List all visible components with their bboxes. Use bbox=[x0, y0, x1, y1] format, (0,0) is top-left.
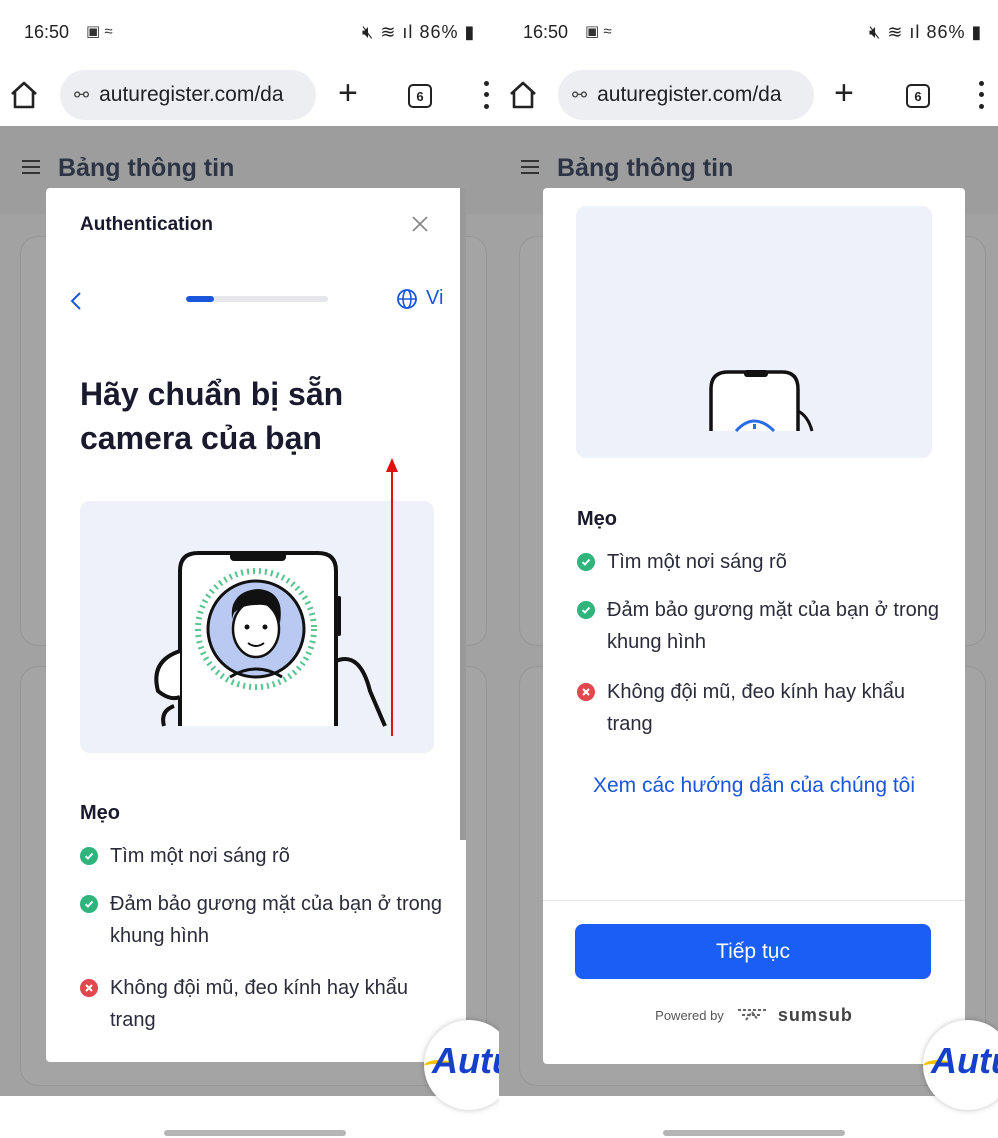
browser-menu-icon[interactable] bbox=[482, 78, 490, 112]
menu-icon[interactable] bbox=[521, 160, 539, 174]
phone-illustration bbox=[576, 370, 932, 458]
phone-selfie-illustration bbox=[154, 551, 387, 727]
new-tab-icon[interactable]: + bbox=[338, 74, 358, 113]
swipe-up-arrow-icon bbox=[386, 458, 398, 736]
home-icon[interactable] bbox=[505, 79, 541, 111]
auth-modal: Mẹo Tìm một nơi sáng rõ Đảm bảo gương mặ… bbox=[543, 188, 965, 1064]
tip-text: Tìm một nơi sáng rõ bbox=[607, 551, 787, 573]
tip-item: Đảm bảo gương mặt của bạn ở trong khung … bbox=[80, 888, 450, 952]
tip-item: Đảm bảo gương mặt của bạn ở trong khung … bbox=[577, 594, 947, 658]
tip-text: Tìm một nơi sáng rõ bbox=[110, 845, 290, 867]
scrollbar[interactable] bbox=[460, 188, 466, 840]
globe-icon bbox=[397, 288, 417, 309]
check-icon bbox=[577, 553, 595, 571]
tips-title: Mẹo bbox=[80, 802, 120, 824]
battery-level: 86% bbox=[926, 22, 966, 42]
page-title: Bảng thông tin bbox=[58, 154, 235, 182]
tip-item: Không đội mũ, đeo kính hay khẩu trang bbox=[577, 676, 947, 740]
tip-text: Không đội mũ, đeo kính hay khẩu trang bbox=[110, 977, 408, 1031]
status-bar: 16:50 ▣ ≈ 🔇︎ ≋ ıl 86% ▮ bbox=[499, 0, 998, 64]
site-settings-icon[interactable]: ⚯ bbox=[572, 85, 587, 106]
tips-title: Mẹo bbox=[577, 508, 617, 530]
modal-title: Authentication bbox=[80, 214, 213, 235]
status-icons: 🔇︎ ≋ ıl 86% ▮ bbox=[362, 22, 476, 42]
check-icon bbox=[80, 895, 98, 913]
modal-heading: Hãy chuẩn bị sẵn camera của bạn bbox=[80, 376, 344, 456]
home-gesture-handle[interactable] bbox=[663, 1130, 845, 1136]
sumsub-logo: sumsub bbox=[734, 1004, 853, 1026]
status-bar: 16:50 ▣ ≈ 🔇︎ ≋ ıl 86% ▮ bbox=[0, 0, 499, 64]
screen-right: 16:50 ▣ ≈ 🔇︎ ≋ ıl 86% ▮ ⚯ auturegister.c… bbox=[499, 0, 998, 1138]
home-icon[interactable] bbox=[6, 79, 42, 111]
continue-button[interactable]: Tiếp tục bbox=[575, 924, 931, 979]
auth-modal: Authentication Vi Hãy chuẩn bị sẵn camer… bbox=[46, 188, 466, 1062]
page-title: Bảng thông tin bbox=[557, 154, 734, 182]
sumsub-icon bbox=[737, 1009, 766, 1021]
back-icon[interactable] bbox=[68, 290, 84, 312]
screen-left: 16:50 ▣ ≈ 🔇︎ ≋ ıl 86% ▮ ⚯ auturegister.c… bbox=[0, 0, 499, 1138]
battery-level: 86% bbox=[419, 22, 459, 42]
browser-menu-icon[interactable] bbox=[977, 78, 985, 112]
menu-icon[interactable] bbox=[22, 160, 40, 174]
check-icon bbox=[80, 847, 98, 865]
site-settings-icon[interactable]: ⚯ bbox=[74, 85, 89, 106]
tip-item: Tìm một nơi sáng rõ bbox=[80, 840, 450, 872]
cross-icon bbox=[577, 683, 595, 701]
url-text: auturegister.com/da bbox=[99, 83, 284, 106]
check-icon bbox=[577, 601, 595, 619]
status-icons: 🔇︎ ≋ ıl 86% ▮ bbox=[869, 22, 983, 42]
tip-text: Không đội mũ, đeo kính hay khẩu trang bbox=[607, 681, 905, 735]
progress-bar bbox=[186, 296, 328, 302]
tip-text: Đảm bảo gương mặt của bạn ở trong khung … bbox=[607, 599, 940, 653]
notification-icons: ▣ ≈ bbox=[585, 23, 612, 40]
powered-by-label: Powered by bbox=[655, 1007, 724, 1023]
close-icon[interactable] bbox=[408, 212, 432, 236]
camera-illustration bbox=[80, 501, 434, 753]
status-time: 16:50 bbox=[24, 22, 70, 42]
cross-icon bbox=[80, 979, 98, 997]
status-time: 16:50 bbox=[523, 22, 569, 42]
browser-toolbar: ⚯ auturegister.com/da + 6 bbox=[0, 64, 499, 126]
powered-by: Powered by sumsub bbox=[543, 1004, 965, 1026]
tip-text: Đảm bảo gương mặt của bạn ở trong khung … bbox=[110, 893, 443, 947]
tip-item: Tìm một nơi sáng rõ bbox=[577, 546, 947, 578]
address-bar[interactable]: ⚯ auturegister.com/da bbox=[558, 70, 814, 120]
camera-illustration bbox=[576, 206, 932, 458]
progress-fill bbox=[186, 296, 215, 302]
guidelines-link[interactable]: Xem các hướng dẫn của chúng tôi bbox=[573, 770, 935, 802]
address-bar[interactable]: ⚯ auturegister.com/da bbox=[60, 70, 316, 120]
fab-logo-text: Autu bbox=[931, 1040, 998, 1081]
tip-item: Không đội mũ, đeo kính hay khẩu trang bbox=[80, 972, 450, 1036]
browser-toolbar: ⚯ auturegister.com/da + 6 bbox=[499, 64, 998, 126]
tab-switcher-button[interactable]: 6 bbox=[906, 84, 930, 108]
fab-logo-text: Autu bbox=[432, 1040, 499, 1081]
home-gesture-handle[interactable] bbox=[164, 1130, 346, 1136]
new-tab-icon[interactable]: + bbox=[834, 74, 854, 113]
language-selector[interactable]: Vi bbox=[396, 287, 443, 310]
tab-switcher-button[interactable]: 6 bbox=[408, 84, 432, 108]
footer-divider bbox=[543, 900, 965, 901]
url-text: auturegister.com/da bbox=[597, 83, 782, 106]
provider-name: sumsub bbox=[777, 1004, 853, 1025]
notification-icons: ▣ ≈ bbox=[86, 23, 113, 40]
language-label: Vi bbox=[426, 287, 444, 309]
